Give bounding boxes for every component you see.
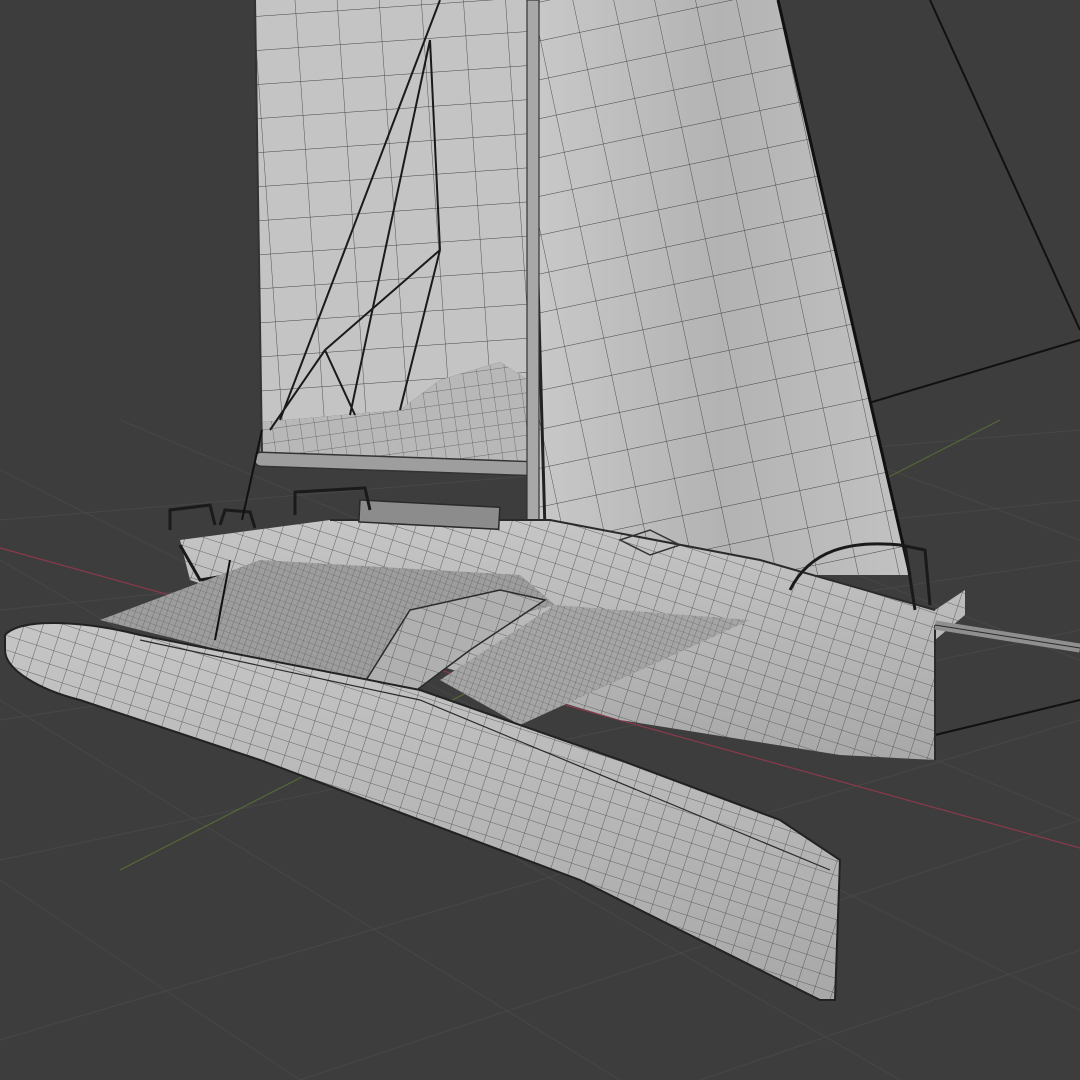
mast xyxy=(526,0,540,531)
mainsail[interactable] xyxy=(254,0,532,465)
3d-viewport[interactable] xyxy=(0,0,1080,1080)
jib-sail[interactable] xyxy=(528,0,912,576)
